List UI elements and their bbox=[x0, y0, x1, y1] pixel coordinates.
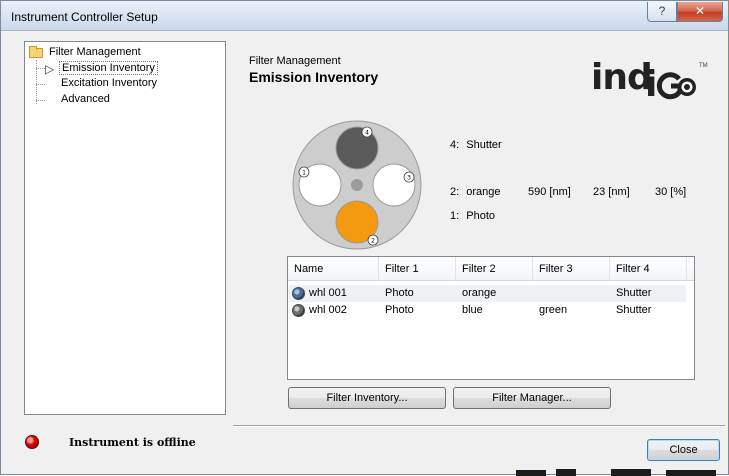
position-4-info: 4: Shutter bbox=[450, 139, 502, 151]
logo-go-icon: i bbox=[647, 65, 696, 101]
indigo-logo: ind i TM bbox=[591, 57, 711, 103]
position-label: 4: bbox=[450, 139, 460, 151]
tree-item-advanced[interactable]: Advanced bbox=[25, 93, 215, 108]
tree-item-label: Excitation Inventory bbox=[61, 77, 157, 89]
tree-item-label: Emission Inventory bbox=[59, 61, 158, 75]
column-header-filter-1[interactable]: Filter 1 bbox=[379, 257, 456, 281]
table-header: Name Filter 1 Filter 2 Filter 3 Filter 4 bbox=[288, 257, 694, 281]
table-cell: whl 001 bbox=[309, 287, 347, 299]
tree-item-emission-inventory[interactable]: ▷ Emission Inventory bbox=[25, 61, 215, 76]
dialog-window: Instrument Controller Setup ? ✕ Filter M… bbox=[0, 0, 729, 476]
position-1-info: 1: Photo bbox=[450, 210, 495, 222]
tree-item-excitation-inventory[interactable]: Excitation Inventory bbox=[25, 77, 215, 92]
filter-wheel-icon bbox=[292, 304, 305, 317]
offline-status-icon bbox=[25, 435, 39, 449]
position-filter-name: Photo bbox=[466, 210, 495, 222]
table-row[interactable]: whl 001 Photo orange Shutter bbox=[289, 285, 686, 302]
trademark-label: TM bbox=[699, 63, 708, 69]
table-cell: whl 002 bbox=[309, 304, 347, 316]
bottom-separator bbox=[233, 425, 725, 427]
table-cell: Photo bbox=[385, 287, 414, 299]
column-header-name[interactable]: Name bbox=[288, 257, 379, 281]
column-header-filter-3[interactable]: Filter 3 bbox=[533, 257, 610, 281]
slot-number-1: 1 bbox=[302, 170, 306, 177]
filter-manager-button[interactable]: Filter Manager... bbox=[453, 387, 611, 409]
filter-wheel-diagram: 4 3 2 1 bbox=[292, 120, 422, 250]
column-header-filter-2[interactable]: Filter 2 bbox=[456, 257, 533, 281]
svg-text:i: i bbox=[647, 65, 657, 101]
window-title: Instrument Controller Setup bbox=[11, 10, 158, 24]
table-cell: orange bbox=[462, 287, 497, 299]
position-wavelength: 590 [nm] bbox=[528, 186, 571, 198]
section-title: Filter Management bbox=[249, 55, 341, 67]
folder-icon bbox=[29, 46, 43, 58]
table-row[interactable]: whl 002 Photo blue green Shutter bbox=[289, 302, 686, 319]
position-label: 2: bbox=[450, 186, 460, 198]
table-cell: blue bbox=[462, 304, 483, 316]
window-close-button[interactable]: ✕ bbox=[677, 2, 723, 22]
help-button[interactable]: ? bbox=[647, 2, 677, 22]
close-button[interactable]: Close bbox=[647, 439, 720, 461]
tree-root-label: Filter Management bbox=[49, 46, 141, 58]
slot-number-4: 4 bbox=[365, 130, 369, 137]
position-filter-name: orange bbox=[466, 186, 501, 198]
filter-inventory-button[interactable]: Filter Inventory... bbox=[288, 387, 446, 409]
position-2-info: 2: orange 590 [nm] 23 [nm] 30 [%] bbox=[450, 186, 700, 198]
instrument-status-text: Instrument is offline bbox=[69, 436, 196, 449]
filter-wheel-icon bbox=[292, 287, 305, 300]
table-cell: Shutter bbox=[616, 304, 652, 316]
tree-root-filter-management[interactable]: Filter Management bbox=[29, 46, 209, 61]
logo-text: ind bbox=[591, 57, 653, 98]
position-label: 1: bbox=[450, 210, 460, 222]
filter-wheel-table[interactable]: Name Filter 1 Filter 2 Filter 3 Filter 4… bbox=[287, 256, 695, 380]
position-transmission: 30 [%] bbox=[655, 186, 687, 198]
position-bandwidth: 23 [nm] bbox=[593, 186, 630, 198]
table-cell: Shutter bbox=[616, 287, 652, 299]
table-cell: green bbox=[539, 304, 568, 316]
wheel-slot-3 bbox=[372, 163, 416, 207]
wheel-hub bbox=[351, 179, 363, 191]
selected-arrow-icon: ▷ bbox=[45, 62, 55, 76]
page-title: Emission Inventory bbox=[249, 69, 379, 85]
slot-number-2: 2 bbox=[371, 238, 375, 245]
slot-number-3: 3 bbox=[407, 175, 411, 182]
tree-item-label: Advanced bbox=[61, 93, 110, 105]
title-bar[interactable]: Instrument Controller Setup ? ✕ bbox=[1, 1, 728, 31]
position-filter-name: Shutter bbox=[466, 139, 502, 151]
column-header-filter-4[interactable]: Filter 4 bbox=[610, 257, 687, 281]
navigation-tree[interactable]: Filter Management ▷ Emission Inventory E… bbox=[24, 41, 226, 415]
table-cell: Photo bbox=[385, 304, 414, 316]
